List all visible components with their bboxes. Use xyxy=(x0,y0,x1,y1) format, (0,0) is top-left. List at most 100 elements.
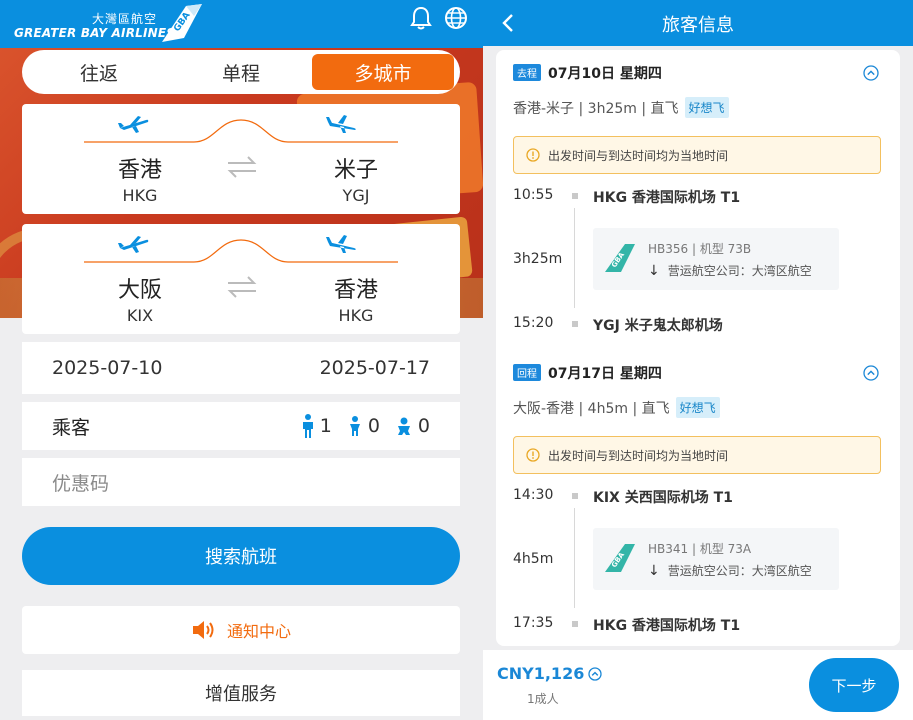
destination-code: YGJ xyxy=(342,186,370,205)
destination-city[interactable]: 香港 xyxy=(296,272,416,304)
takeoff-plane-icon xyxy=(118,116,149,133)
outbound-segment: 去程 07月10日 星期四 香港-米子 | 3h25m | 直飞 好想飞 出发时… xyxy=(496,50,900,350)
departure-airport: HKG 香港国际机场 T1 xyxy=(593,190,741,206)
arrival-time: 15:20 xyxy=(513,315,554,331)
tab-one-way[interactable]: 单程 xyxy=(170,54,312,90)
arrival-time: 17:35 xyxy=(513,615,554,631)
arrow-down-icon: ↓ xyxy=(648,262,660,279)
passenger-info-panel: 旅客信息 去程 07月10日 星期四 香港-米子 | 3h25m | 直飞 好想… xyxy=(483,0,913,720)
adult-icon xyxy=(302,414,313,438)
arrival-airport: HKG 香港国际机场 T1 xyxy=(593,618,741,634)
itinerary-card: 去程 07月10日 星期四 香港-米子 | 3h25m | 直飞 好想飞 出发时… xyxy=(496,50,900,646)
fare-tag: 好想飞 xyxy=(684,97,729,118)
timeline-line xyxy=(574,508,575,608)
arrow-down-icon: ↓ xyxy=(648,562,660,579)
arrival-airport: YGJ 米子鬼太郎机场 xyxy=(593,318,723,334)
timeline-dot xyxy=(572,493,578,499)
flight-search-panel: 大灣區航空 GREATER BAY AIRLINES GBA 往返 单程 多城市 xyxy=(0,0,483,720)
gba-tail-icon: GBA xyxy=(605,544,635,572)
flight-info-box: GBA HB356 | 机型 73B ↓ 营运航空公司：大湾区航空 xyxy=(593,228,839,290)
swap-icon[interactable] xyxy=(226,154,258,180)
passenger-row[interactable]: 乘客 1 0 0 xyxy=(22,402,460,450)
route-card-2[interactable]: 大阪 KIX 香港 HKG xyxy=(22,224,460,334)
infant-icon xyxy=(397,417,410,435)
adult-count-value: 1 xyxy=(319,415,332,437)
page-header: 旅客信息 xyxy=(483,0,913,46)
segment-date: 07月10日 星期四 xyxy=(548,66,662,82)
app-header: 大灣區航空 GREATER BAY AIRLINES GBA xyxy=(0,0,483,48)
origin-code: KIX xyxy=(126,306,154,325)
local-time-notice-text: 出发时间与到达时间均为当地时间 xyxy=(548,448,729,463)
takeoff-plane-icon xyxy=(118,236,149,253)
segment-summary: 大阪-香港 | 4h5m | 直飞 好想飞 xyxy=(513,397,720,418)
checkout-footer: CNY1,126 1成人 下一步 xyxy=(483,650,913,720)
depart-date[interactable]: 2025-07-10 xyxy=(52,357,162,379)
child-count[interactable]: 0 xyxy=(348,415,380,437)
brand-name-en: GREATER BAY AIRLINES xyxy=(14,26,176,40)
destination-code: HKG xyxy=(338,306,374,325)
timeline-line xyxy=(574,208,575,308)
chevron-up-icon[interactable] xyxy=(863,65,879,81)
promo-code-field[interactable]: 优惠码 xyxy=(22,458,460,506)
infant-count[interactable]: 0 xyxy=(396,415,430,437)
origin-city[interactable]: 大阪 xyxy=(80,272,200,304)
chevron-up-icon[interactable] xyxy=(863,365,879,381)
segment-summary-text: 香港-米子 | 3h25m | 直飞 xyxy=(513,100,679,117)
notification-center-button[interactable]: 通知中心 xyxy=(22,606,460,654)
tab-multi-city[interactable]: 多城市 xyxy=(312,54,454,90)
value-added-services-button[interactable]: 增值服务 xyxy=(22,670,460,716)
route-card-1[interactable]: 香港 HKG 米子 YGJ xyxy=(22,104,460,214)
return-segment: 回程 07月17日 星期四 大阪-香港 | 4h5m | 直飞 好想飞 出发时间… xyxy=(496,350,900,646)
departure-airport: KIX 关西国际机场 T1 xyxy=(593,490,733,506)
bell-icon[interactable] xyxy=(410,6,432,30)
info-icon xyxy=(526,448,540,462)
total-price[interactable]: CNY1,126 xyxy=(497,664,602,683)
destination-city[interactable]: 米子 xyxy=(296,152,416,184)
segment-badge: 去程 xyxy=(513,64,541,81)
next-step-button[interactable]: 下一步 xyxy=(809,658,899,712)
tab-round-trip[interactable]: 往返 xyxy=(28,54,170,90)
swap-icon[interactable] xyxy=(226,274,258,300)
adult-count[interactable]: 1 xyxy=(302,414,332,438)
origin-code: HKG xyxy=(122,186,158,205)
child-icon xyxy=(349,416,360,436)
landing-plane-icon xyxy=(326,115,356,133)
operating-carrier: ↓ 营运航空公司：大湾区航空 xyxy=(648,262,812,279)
local-time-notice: 出发时间与到达时间均为当地时间 xyxy=(513,436,881,474)
globe-icon[interactable] xyxy=(444,6,468,30)
segment-date: 07月17日 星期四 xyxy=(548,366,662,382)
passenger-label: 乘客 xyxy=(52,416,91,439)
local-time-notice: 出发时间与到达时间均为当地时间 xyxy=(513,136,881,174)
fare-tag: 好想飞 xyxy=(675,397,720,418)
info-icon xyxy=(526,148,540,162)
flight-duration: 3h25m xyxy=(513,251,563,267)
operating-carrier-text: 营运航空公司：大湾区航空 xyxy=(667,564,812,578)
flight-number: HB341 | 机型 73A xyxy=(648,542,752,556)
notification-center-label: 通知中心 xyxy=(226,622,291,641)
child-count-value: 0 xyxy=(367,415,380,437)
gba-logo-icon: GBA xyxy=(162,4,202,42)
operating-carrier-text: 营运航空公司：大湾区航空 xyxy=(667,264,812,278)
timeline-dot xyxy=(572,321,578,327)
departure-time: 14:30 xyxy=(513,487,554,503)
return-date[interactable]: 2025-07-17 xyxy=(320,357,430,379)
infant-count-value: 0 xyxy=(417,415,430,437)
segment-summary-text: 大阪-香港 | 4h5m | 直飞 xyxy=(513,400,670,417)
page-title: 旅客信息 xyxy=(662,15,734,36)
operating-carrier: ↓ 营运航空公司：大湾区航空 xyxy=(648,562,812,579)
chevron-up-icon[interactable] xyxy=(588,666,602,681)
passenger-summary: 1成人 xyxy=(527,692,559,706)
origin-city[interactable]: 香港 xyxy=(80,152,200,184)
total-price-value: CNY1,126 xyxy=(497,664,585,683)
local-time-notice-text: 出发时间与到达时间均为当地时间 xyxy=(548,148,729,163)
flight-number: HB356 | 机型 73B xyxy=(648,242,752,256)
speaker-icon xyxy=(192,621,214,639)
trip-type-tabs: 往返 单程 多城市 xyxy=(22,50,460,94)
date-row: 2025-07-10 2025-07-17 xyxy=(22,342,460,394)
segment-badge: 回程 xyxy=(513,364,541,381)
search-flights-button[interactable]: 搜索航班 xyxy=(22,527,460,585)
landing-plane-icon xyxy=(326,235,356,253)
segment-summary: 香港-米子 | 3h25m | 直飞 好想飞 xyxy=(513,97,729,118)
gba-tail-icon: GBA xyxy=(605,244,635,272)
flight-info-box: GBA HB341 | 机型 73A ↓ 营运航空公司：大湾区航空 xyxy=(593,528,839,590)
